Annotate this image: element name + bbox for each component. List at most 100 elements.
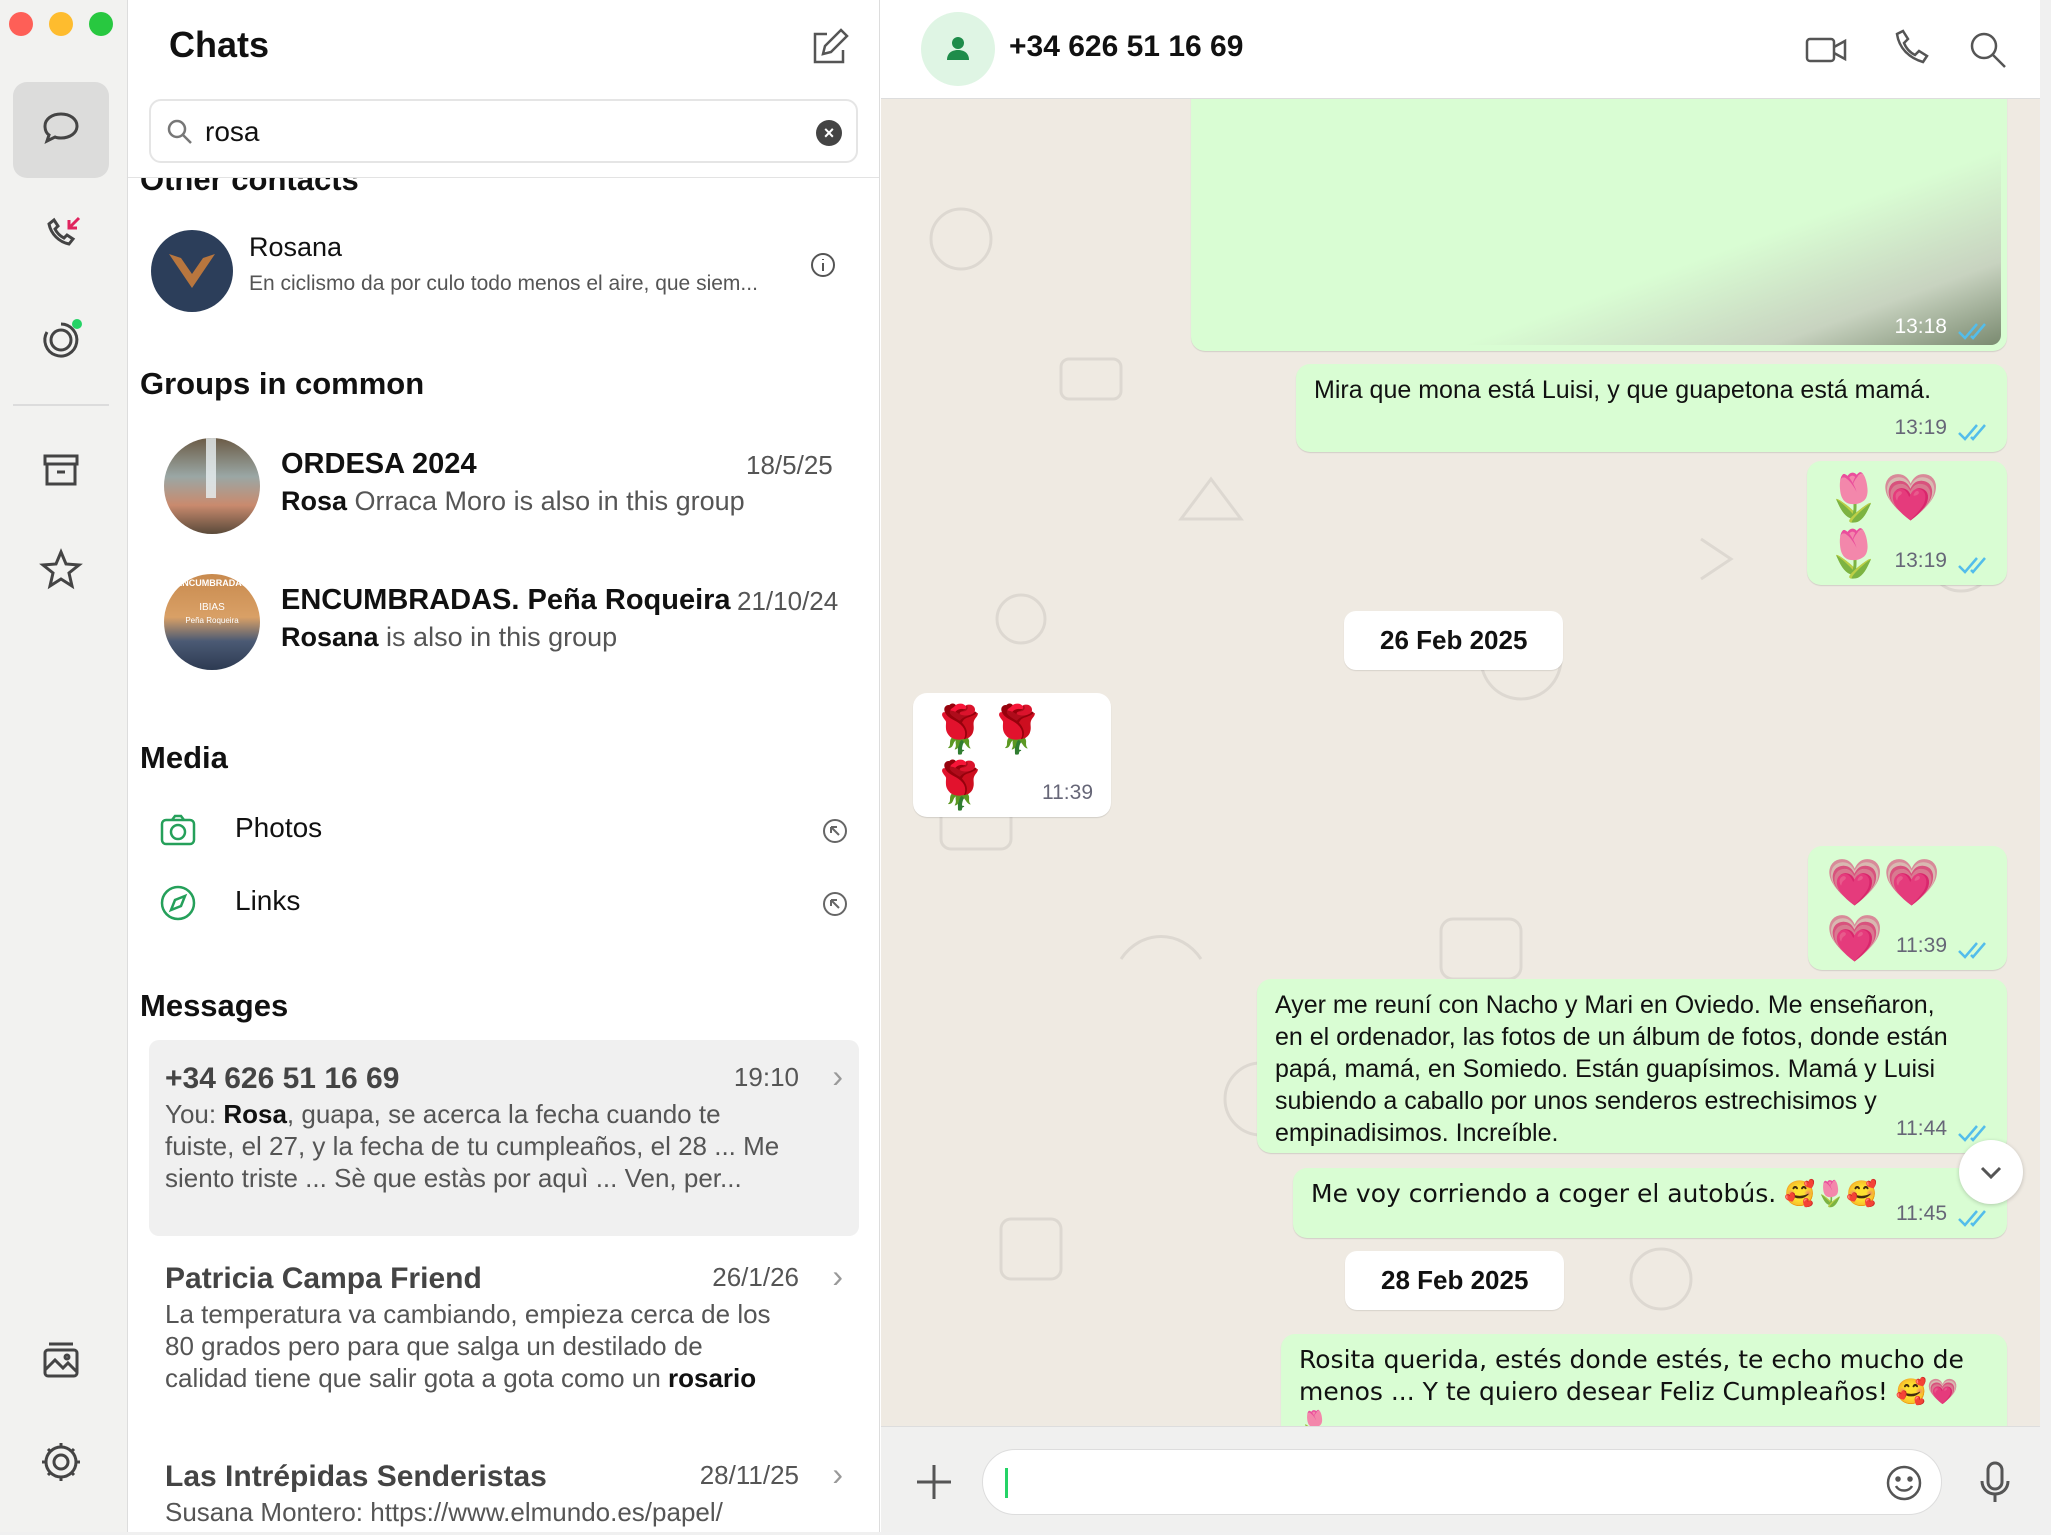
chevron-right-icon: › bbox=[832, 1258, 843, 1294]
camera-icon bbox=[160, 814, 196, 846]
date-separator: 26 Feb 2025 bbox=[1344, 611, 1564, 670]
message-list[interactable]: 13:18 Mira que mona está Luisi, y que gu… bbox=[881, 99, 2040, 1426]
avatar-text-bot: Peña Roqueira bbox=[185, 616, 239, 625]
outgoing-message[interactable]: Ayer me reuní con Nacho y Mari en Oviedo… bbox=[1257, 979, 2007, 1153]
minimize-window-button[interactable] bbox=[49, 12, 73, 36]
chat-bubbles-icon bbox=[43, 112, 79, 144]
group-name: ORDESA 2024 bbox=[281, 448, 477, 480]
message-result-row[interactable]: +34 626 51 16 69 19:10 › You: Rosa, guap… bbox=[149, 1040, 859, 1236]
message-text: Rosita querida, estés donde estés, te ec… bbox=[1299, 1345, 1964, 1426]
message-time: 11:44 bbox=[1896, 1117, 1947, 1140]
read-receipt-icon bbox=[1958, 942, 1986, 959]
message-snippet: La temperatura va cambiando, empieza cer… bbox=[165, 1299, 771, 1393]
message-text: Ayer me reuní con Nacho y Mari en Oviedo… bbox=[1275, 991, 1948, 1147]
group-date: 21/10/24 bbox=[737, 586, 839, 616]
message-time: 13:19 bbox=[1894, 549, 1947, 572]
attach-plus-icon[interactable] bbox=[909, 1457, 959, 1507]
message-snippet: You: Rosa, guapa, se acerca la fecha cua… bbox=[165, 1099, 780, 1193]
media-gallery-button[interactable] bbox=[13, 1312, 109, 1408]
read-receipt-icon bbox=[1958, 557, 1986, 574]
rail-divider bbox=[13, 404, 109, 406]
open-arrow-icon bbox=[823, 819, 847, 843]
message-input[interactable] bbox=[1007, 1460, 1857, 1504]
star-icon bbox=[39, 548, 83, 590]
outgoing-message[interactable]: Rosita querida, estés donde estés, te ec… bbox=[1281, 1334, 2007, 1426]
message-result-row[interactable]: Patricia Campa Friend 26/1/26 › La tempe… bbox=[149, 1240, 859, 1430]
conversation-header[interactable]: +34 626 51 16 69 bbox=[881, 0, 2040, 99]
message-time: 11:39 bbox=[1896, 934, 1947, 957]
message-time: 11:45 bbox=[1896, 1202, 1947, 1225]
media-links-row[interactable]: Links bbox=[158, 875, 848, 931]
message-chat-name: +34 626 51 16 69 bbox=[165, 1062, 400, 1095]
emoji-icon[interactable] bbox=[1885, 1464, 1923, 1502]
scroll-to-bottom-button[interactable] bbox=[1959, 1140, 2023, 1204]
zoom-window-button[interactable] bbox=[89, 12, 113, 36]
message-text: Mira que mona está Luisi, y que guapeton… bbox=[1314, 376, 1932, 404]
group-avatar: ENCUMBRADAS IBIAS Peña Roqueira bbox=[164, 574, 260, 670]
message-time: 11:39 bbox=[1042, 781, 1093, 804]
voice-call-icon[interactable] bbox=[1887, 28, 1931, 72]
new-chat-icon[interactable] bbox=[809, 28, 849, 68]
panel-title: Chats bbox=[169, 24, 270, 65]
compass-icon bbox=[160, 885, 196, 921]
starred-tab[interactable] bbox=[13, 522, 109, 618]
clear-search-button[interactable]: × bbox=[816, 120, 842, 146]
status-tab[interactable] bbox=[13, 290, 109, 386]
outgoing-image-message[interactable]: 13:18 bbox=[1191, 99, 2007, 351]
group-members-note: Rosana is also in this group bbox=[281, 622, 618, 652]
status-icon bbox=[43, 319, 82, 358]
contact-name: +34 626 51 16 69 bbox=[1009, 30, 1244, 63]
incoming-emoji-message[interactable]: 🌹🌹🌹 11:39 bbox=[913, 693, 1111, 817]
message-chat-name: Las Intrépidas Senderistas bbox=[165, 1460, 547, 1493]
message-date: 26/1/26 bbox=[712, 1262, 799, 1292]
media-heading: Media bbox=[140, 740, 228, 775]
message-composer bbox=[881, 1426, 2040, 1532]
group-date: 18/5/25 bbox=[746, 450, 833, 480]
message-result-row[interactable]: Las Intrépidas Senderistas 28/11/25 › Su… bbox=[149, 1438, 859, 1532]
search-icon[interactable] bbox=[1966, 28, 2010, 72]
outgoing-message[interactable]: Mira que mona está Luisi, y que guapeton… bbox=[1296, 364, 2007, 452]
contact-about: En ciclismo da por culo todo menos el ai… bbox=[249, 272, 758, 295]
message-chat-name: Patricia Campa Friend bbox=[165, 1262, 482, 1295]
contact-avatar[interactable] bbox=[921, 12, 995, 86]
chevron-right-icon: › bbox=[832, 1058, 843, 1094]
app-window: Chats × Other contacts Rosana En ciclism… bbox=[0, 0, 2040, 1532]
outgoing-message[interactable]: Me voy corriendo a coger el autobús. 🥰🌷🥰… bbox=[1293, 1168, 2007, 1238]
open-arrow-icon bbox=[823, 892, 847, 916]
photos-label: Photos bbox=[235, 812, 323, 843]
image-preview[interactable] bbox=[1197, 99, 2001, 345]
read-receipt-icon bbox=[1958, 323, 1986, 340]
read-receipt-icon bbox=[1958, 424, 1986, 441]
chats-tab[interactable] bbox=[13, 82, 109, 178]
team-logo-icon bbox=[169, 254, 215, 288]
chevron-right-icon: › bbox=[832, 1456, 843, 1492]
message-text: Me voy corriendo a coger el autobús. 🥰🌷🥰 bbox=[1311, 1179, 1878, 1208]
close-window-button[interactable] bbox=[9, 12, 33, 36]
outgoing-emoji-message[interactable]: 🌷💗🌷 13:19 bbox=[1807, 461, 2007, 585]
video-call-icon[interactable] bbox=[1804, 28, 1848, 72]
message-time: 13:18 bbox=[1894, 315, 1947, 338]
contact-avatar bbox=[151, 230, 233, 312]
person-icon bbox=[947, 37, 969, 60]
settings-button[interactable] bbox=[13, 1414, 109, 1510]
conversation-pane: +34 626 51 16 69 13:18 Mira que mona est… bbox=[881, 0, 2040, 1532]
message-input-field[interactable] bbox=[982, 1449, 1942, 1515]
group-members-note: Rosa Orraca Moro is also in this group bbox=[281, 486, 745, 516]
media-photos-row[interactable]: Photos bbox=[158, 802, 848, 858]
outgoing-emoji-message[interactable]: 💗💗💗 11:39 bbox=[1808, 846, 2007, 970]
messages-heading: Messages bbox=[140, 988, 289, 1023]
microphone-icon[interactable] bbox=[1970, 1457, 2020, 1507]
groups-in-common-heading: Groups in common bbox=[140, 366, 425, 401]
avatar-text-top: ENCUMBRADAS bbox=[176, 578, 248, 588]
links-label: Links bbox=[235, 885, 301, 916]
search-input[interactable] bbox=[205, 111, 785, 153]
message-date: 19:10 bbox=[733, 1062, 799, 1092]
group-row-encumbradas[interactable]: ENCUMBRADAS IBIAS Peña Roqueira ENCUMBRA… bbox=[128, 566, 879, 686]
calls-tab[interactable] bbox=[13, 186, 109, 282]
archived-tab[interactable] bbox=[13, 422, 109, 518]
read-receipt-icon bbox=[1958, 1210, 1986, 1227]
gallery-icon bbox=[43, 1342, 79, 1378]
group-row-ordesa[interactable]: ORDESA 2024 18/5/25 Rosa Orraca Moro is … bbox=[128, 430, 879, 550]
contact-row-rosana[interactable]: Rosana En ciclismo da por culo todo meno… bbox=[128, 220, 879, 330]
info-icon[interactable] bbox=[810, 252, 836, 278]
